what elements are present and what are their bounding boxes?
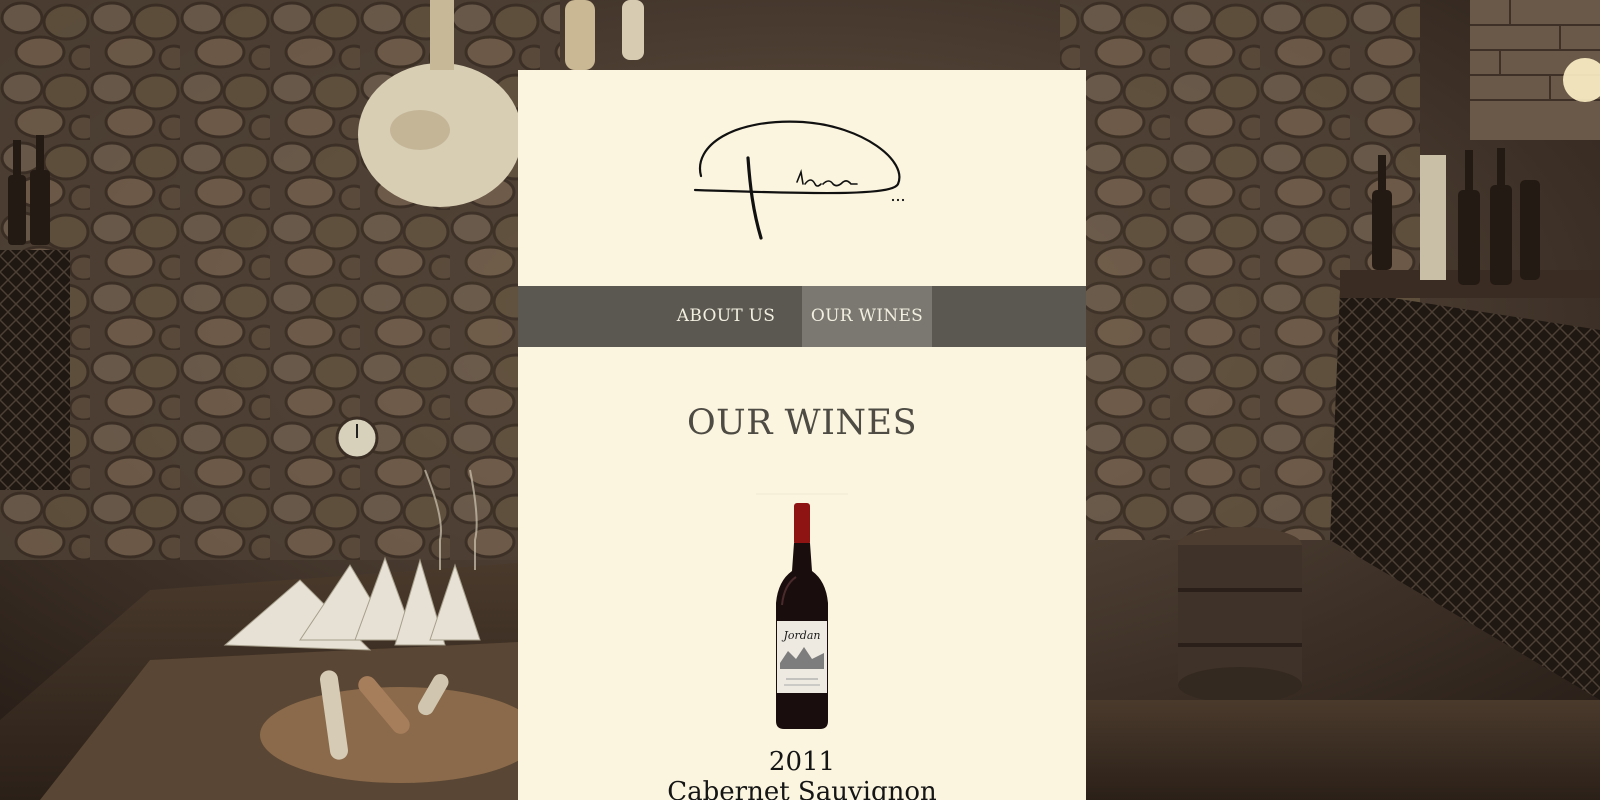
wine-year: 2011: [768, 747, 836, 777]
bottle-label-text: Jordan: [782, 629, 821, 642]
wine-name[interactable]: Cabernet Sauvignon: [518, 777, 1086, 800]
header-logo-area: [518, 70, 1086, 286]
main-nav: ABOUT US OUR WINES: [518, 286, 1086, 347]
main-content: OUR WINES Jordan 2011 Cabernet Sauvignon: [518, 403, 1086, 800]
nav-item-about-us[interactable]: ABOUT US: [656, 286, 796, 347]
wine-bottle-image[interactable]: Jordan: [756, 493, 848, 733]
signature-logo[interactable]: [693, 116, 913, 246]
content-panel: ABOUT US OUR WINES OUR WINES Jordan 2011…: [518, 70, 1086, 800]
nav-item-our-wines[interactable]: OUR WINES: [802, 286, 932, 347]
page-title: OUR WINES: [686, 403, 918, 443]
